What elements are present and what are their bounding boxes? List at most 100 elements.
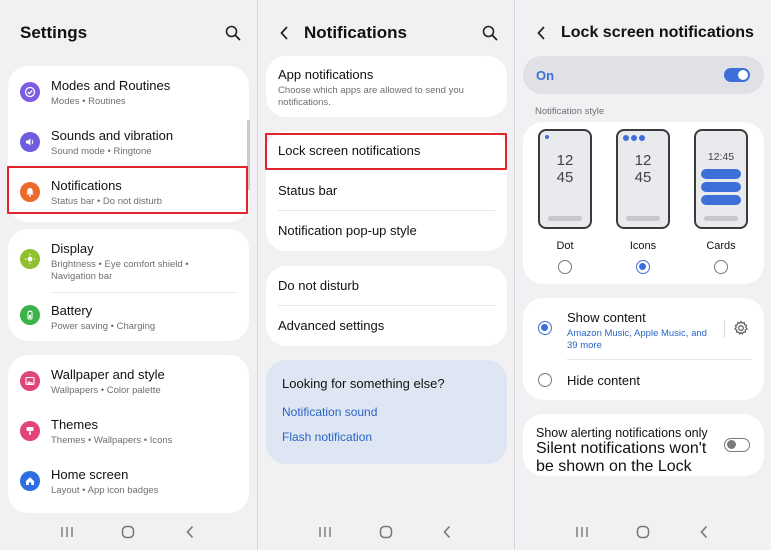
home-button-icon[interactable]: [633, 522, 653, 542]
show-content-radio[interactable]: [538, 321, 552, 335]
brush-icon: [20, 421, 40, 441]
alerting-toggle[interactable]: [724, 438, 750, 452]
dot-preview: 12 45: [538, 129, 592, 229]
settings-group-3: Wallpaper and style Wallpapers • Color p…: [8, 355, 249, 513]
looking-title: Looking for something else?: [282, 376, 445, 391]
page-title: Notifications: [304, 23, 407, 42]
lock-screen-notifications-screen: Lock screen notifications On Notificatio…: [514, 0, 771, 550]
preview-bar: [626, 216, 660, 221]
settings-item-label: Themes: [51, 417, 98, 432]
page-title: Lock screen notifications: [561, 24, 754, 41]
icons-dots-icon: [623, 135, 645, 141]
notifications-appbar: Notifications: [258, 18, 514, 48]
recent-apps-icon[interactable]: [315, 522, 335, 542]
toggle-knob: [738, 70, 748, 80]
settings-item-label: Notifications: [51, 178, 122, 193]
show-content-apps: Amazon Music, Apple Music, and 39 more: [567, 328, 707, 351]
show-content-item[interactable]: Show content Amazon Music, Apple Music, …: [523, 308, 764, 352]
settings-item-wallpaper-style[interactable]: Wallpaper and style Wallpapers • Color p…: [8, 365, 249, 405]
looking-for-something-card: Looking for something else? Notification…: [266, 360, 507, 464]
advanced-settings-item[interactable]: Advanced settings: [266, 318, 507, 338]
settings-item-sub: Sound mode • Ringtone: [51, 146, 152, 157]
preview-bar: [704, 216, 738, 221]
content-visibility-card: Show content Amazon Music, Apple Music, …: [523, 298, 764, 400]
settings-item-label: Wallpaper and style: [51, 367, 165, 382]
settings-item-sub: Themes • Wallpapers • Icons: [51, 435, 173, 446]
master-toggle[interactable]: [724, 68, 750, 82]
lock-screen-notifications-item[interactable]: Lock screen notifications: [266, 143, 507, 163]
page-title: Settings: [20, 23, 88, 42]
search-icon[interactable]: [482, 25, 498, 41]
item-label: App notifications: [278, 67, 374, 82]
settings-item-notifications[interactable]: Notifications Status bar • Do not distur…: [8, 176, 249, 216]
settings-item-sub: Modes • Routines: [51, 96, 126, 107]
settings-group-2: Display Brightness • Eye comfort shield …: [8, 229, 249, 341]
back-nav-icon[interactable]: [437, 522, 457, 542]
back-arrow-icon[interactable]: [276, 25, 292, 41]
divider: [567, 359, 752, 360]
home-button-icon[interactable]: [376, 522, 396, 542]
settings-item-sounds-vibration[interactable]: Sounds and vibration Sound mode • Ringto…: [8, 126, 249, 166]
section-label: Notification style: [535, 106, 605, 117]
image-icon: [20, 371, 40, 391]
settings-item-battery[interactable]: Battery Power saving • Charging: [8, 301, 249, 337]
system-navbar: [258, 514, 514, 550]
settings-item-home-screen[interactable]: Home screen Layout • App icon badges: [8, 465, 249, 505]
gear-icon[interactable]: [733, 320, 749, 336]
settings-item-label: Sounds and vibration: [51, 128, 174, 143]
back-arrow-icon[interactable]: [533, 25, 549, 41]
status-bar-item[interactable]: Status bar: [266, 183, 507, 203]
cards-preview: 12:45: [694, 129, 748, 229]
divider: [278, 305, 495, 306]
home-button-icon[interactable]: [118, 522, 138, 542]
on-label: On: [536, 68, 555, 83]
app-notifications-card[interactable]: App notifications Choose which apps are …: [266, 56, 507, 117]
style-label-dot: Dot: [556, 240, 574, 252]
notification-popup-style-item[interactable]: Notification pop-up style: [266, 223, 507, 243]
preview-bar: [548, 216, 582, 221]
battery-icon: [20, 305, 40, 325]
hide-content-radio[interactable]: [538, 373, 552, 387]
back-nav-icon[interactable]: [694, 522, 714, 542]
do-not-disturb-item[interactable]: Do not disturb: [266, 278, 507, 298]
recent-apps-icon[interactable]: [572, 522, 592, 542]
settings-item-modes-routines[interactable]: Modes and Routines Modes • Routines: [8, 76, 249, 116]
item-label: Notification pop-up style: [278, 223, 417, 238]
hide-content-item[interactable]: Hide content: [523, 370, 764, 392]
scroll-indicator[interactable]: [247, 120, 250, 190]
dot-icon: [545, 135, 549, 139]
show-content-label: Show content: [567, 310, 646, 325]
item-label: Advanced settings: [278, 318, 385, 333]
speaker-icon: [20, 132, 40, 152]
notifications-group-3: Do not disturb Advanced settings: [266, 266, 507, 346]
preview-clock-minutes: 45: [556, 169, 574, 186]
notification-sound-link[interactable]: Notification sound: [282, 405, 377, 419]
lock-appbar: Lock screen notifications: [515, 18, 771, 48]
alerting-only-card[interactable]: Show alerting notifications only Silent …: [523, 414, 764, 476]
settings-item-themes[interactable]: Themes Themes • Wallpapers • Icons: [8, 415, 249, 455]
style-radio-cards[interactable]: [714, 260, 728, 274]
flash-notification-link[interactable]: Flash notification: [282, 430, 372, 444]
settings-screen: Settings Modes and Routines Modes • Rout…: [0, 0, 257, 550]
card-bar-3: [701, 195, 741, 205]
divider: [278, 210, 495, 211]
bell-icon: [20, 182, 40, 202]
preview-clock: 12:45: [707, 151, 735, 163]
back-nav-icon[interactable]: [180, 522, 200, 542]
notifications-screen: Notifications App notifications Choose w…: [257, 0, 514, 550]
search-icon[interactable]: [225, 25, 241, 41]
settings-appbar: Settings: [0, 18, 257, 48]
check-circle-icon: [20, 82, 40, 102]
recent-apps-icon[interactable]: [57, 522, 77, 542]
settings-item-sub: Power saving • Charging: [51, 321, 156, 332]
item-label: Status bar: [278, 183, 338, 198]
style-radio-dot[interactable]: [558, 260, 572, 274]
preview-clock-hours: 12: [634, 152, 652, 169]
style-radio-icons[interactable]: [636, 260, 650, 274]
master-switch-bar[interactable]: On: [523, 56, 764, 94]
notifications-group-2: Lock screen notifications Status bar Not…: [266, 131, 507, 251]
card-bar-2: [701, 182, 741, 192]
app-notifications-item[interactable]: App notifications Choose which apps are …: [266, 67, 507, 109]
settings-item-display[interactable]: Display Brightness • Eye comfort shield …: [8, 239, 249, 285]
system-navbar: [515, 514, 771, 550]
